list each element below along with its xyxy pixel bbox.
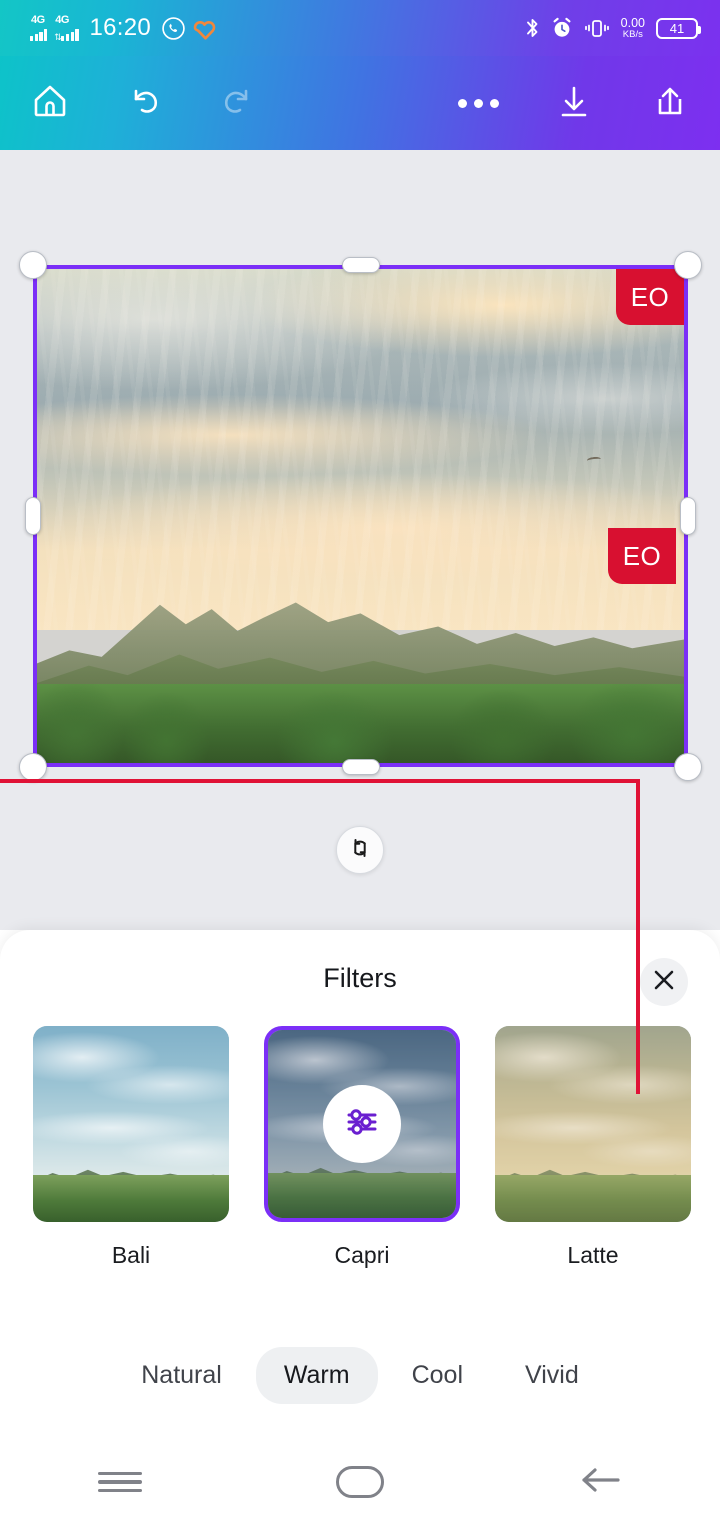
data-rate-value: 0.00: [620, 16, 645, 30]
redo-button[interactable]: [202, 67, 274, 139]
filter-thumbnail[interactable]: [33, 1026, 229, 1222]
filter-item-latte[interactable]: Latte: [495, 1026, 691, 1268]
editor-canvas[interactable]: EO EO: [0, 150, 720, 1094]
editor-toolbar: [0, 56, 720, 150]
share-button[interactable]: [634, 67, 706, 139]
watermark-badge-middle[interactable]: EO: [608, 528, 676, 584]
preview-tint: [495, 1026, 691, 1222]
data-rate-indicator: 0.00 KB/s: [621, 17, 645, 39]
more-options-button[interactable]: [442, 67, 514, 139]
home-icon: [28, 79, 72, 128]
back-nav-button[interactable]: [540, 1452, 660, 1512]
home-button[interactable]: [14, 67, 86, 139]
resize-handle-bottom-left[interactable]: [19, 753, 47, 781]
home-nav-button[interactable]: [300, 1452, 420, 1512]
data-transfer-arrows-icon: ⇅: [54, 32, 62, 42]
home-nav-icon: [336, 1466, 384, 1498]
battery-level-text: 41: [669, 20, 685, 36]
filter-name-label: Bali: [111, 1242, 151, 1268]
alignment-guide-horizontal: [0, 779, 640, 783]
resize-handle-bottom-right[interactable]: [674, 753, 702, 781]
filter-category-tabs[interactable]: Natural Warm Cool Vivid: [0, 1330, 720, 1420]
tab-natural[interactable]: Natural: [113, 1347, 250, 1404]
resize-handle-bottom-center[interactable]: [341, 759, 380, 775]
resize-handle-right-center[interactable]: [680, 497, 696, 535]
filter-item-capri[interactable]: Capri: [264, 1026, 460, 1268]
signal-indicator-sim1: 4G: [30, 14, 48, 41]
recent-apps-icon: [98, 1467, 142, 1497]
toolbar-left-group: [0, 67, 274, 139]
redo-icon: [216, 79, 260, 128]
clock-time: 16:20: [89, 14, 152, 41]
share-icon: [648, 79, 692, 128]
toolbar-right-group: [442, 67, 720, 139]
alarm-clock-icon: [551, 17, 573, 39]
data-rate-unit: KB/s: [622, 28, 643, 40]
download-button[interactable]: [538, 67, 610, 139]
network-type-label-2: 4G: [55, 14, 69, 26]
filter-thumbnail[interactable]: [495, 1026, 691, 1222]
rotate-button[interactable]: [336, 826, 384, 874]
filter-name-label: Capri: [334, 1242, 390, 1268]
more-options-icon: [457, 98, 499, 108]
status-bar-right: 0.00 KB/s 41: [525, 17, 720, 39]
undo-icon: [122, 79, 166, 128]
selected-photo-object[interactable]: EO: [19, 251, 702, 781]
resize-handle-top-center[interactable]: [341, 257, 380, 273]
watermark-badge-top-right[interactable]: EO: [616, 269, 684, 325]
app-root: 4G 4G ⇅ 16:20 0.00 KB/s 41 EO EO Filters…: [0, 0, 720, 1520]
close-icon: [651, 967, 677, 998]
undo-button[interactable]: [108, 67, 180, 139]
filter-preview-image: [33, 1026, 229, 1222]
download-icon: [552, 79, 596, 128]
photo-image[interactable]: EO: [33, 265, 688, 767]
battery-indicator: 41: [656, 17, 701, 39]
status-bar: 4G 4G ⇅ 16:20 0.00 KB/s 41: [0, 0, 720, 56]
filter-thumbnail-list[interactable]: Bali Capri Latte: [0, 1026, 720, 1268]
rotate-icon: [346, 834, 374, 867]
whatsapp-icon: [161, 16, 186, 41]
system-navigation-bar: [0, 1444, 720, 1520]
bluetooth-icon: [525, 17, 540, 39]
page-title: Filters: [323, 962, 397, 993]
filter-preview-image: [495, 1026, 691, 1222]
adjust-filter-button[interactable]: [323, 1085, 401, 1163]
filter-thumbnail-selected[interactable]: [264, 1026, 460, 1222]
status-bar-left: 4G 4G ⇅ 16:20: [0, 14, 219, 42]
photo-foliage: [37, 683, 684, 763]
tab-cool[interactable]: Cool: [384, 1347, 491, 1404]
network-type-label-1: 4G: [31, 14, 45, 26]
filter-item-bali[interactable]: Bali: [33, 1026, 229, 1268]
health-heart-icon: [193, 19, 219, 41]
alignment-guide-vertical: [636, 779, 640, 1094]
filters-sheet-header: Filters: [0, 930, 720, 1026]
bird-detail: [586, 456, 602, 464]
resize-handle-top-right[interactable]: [674, 251, 702, 279]
signal-bars-2: [61, 28, 79, 41]
photo-sky-region: [37, 269, 684, 630]
recent-apps-button[interactable]: [60, 1452, 180, 1512]
resize-handle-top-left[interactable]: [19, 251, 47, 279]
signal-indicator-sim2: 4G ⇅: [54, 14, 79, 42]
sliders-adjust-icon: [342, 1102, 382, 1147]
vibrate-icon: [584, 17, 610, 39]
signal-bars-1: [30, 28, 48, 41]
tab-warm[interactable]: Warm: [255, 1346, 378, 1404]
tab-vivid[interactable]: Vivid: [497, 1347, 607, 1404]
close-button[interactable]: [640, 958, 688, 1006]
filter-name-label: Latte: [567, 1242, 619, 1268]
preview-ground: [33, 1174, 229, 1222]
back-arrow-icon: [576, 1462, 624, 1503]
filters-sheet: Filters Bali Capri Latte Natural Warm Co…: [0, 930, 720, 1520]
resize-handle-left-center[interactable]: [25, 497, 41, 535]
